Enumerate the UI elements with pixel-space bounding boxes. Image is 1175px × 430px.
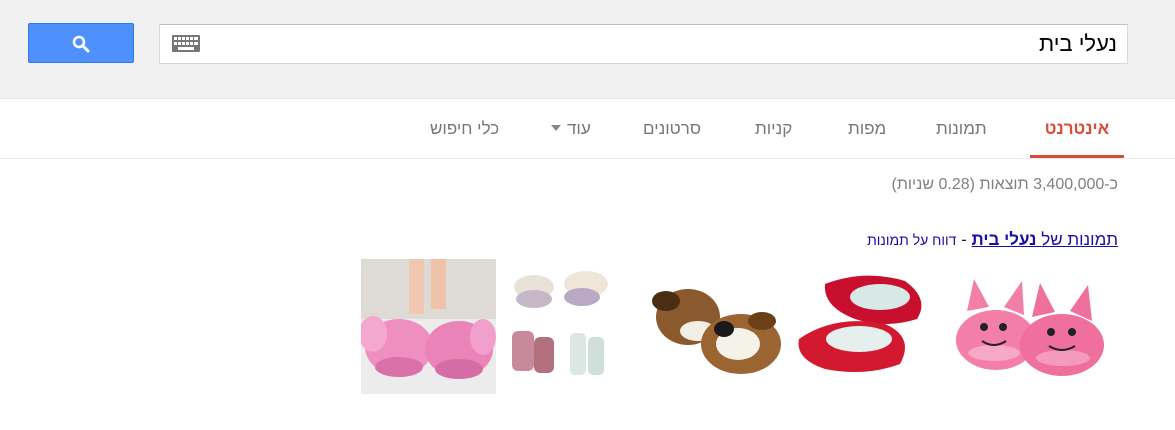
image-thumbnail-3[interactable] [646, 259, 788, 394]
search-button[interactable] [28, 23, 134, 63]
tab-maps[interactable]: מפות [848, 99, 886, 158]
tab-web-label: אינטרנט [1044, 119, 1110, 138]
separator: - [961, 230, 967, 249]
image-thumbnail-1[interactable] [942, 259, 1117, 394]
top-bar [0, 0, 1175, 99]
image-thumbnail-4[interactable] [504, 259, 618, 394]
tab-shopping-label: קניות [755, 119, 793, 138]
tab-web[interactable]: אינטרנט [1030, 99, 1124, 158]
search-icon [72, 35, 90, 53]
image-results-prefix: תמונות של [1041, 230, 1118, 249]
image-thumbnail-5[interactable] [361, 259, 496, 394]
tab-shopping[interactable]: קניות [755, 99, 792, 158]
chevron-down-icon [551, 125, 561, 132]
search-input[interactable] [217, 31, 1117, 57]
tab-images-label: תמונות [936, 119, 987, 138]
search-tabs: אינטרנט תמונות מפות קניות סרטונים עוד כל… [0, 99, 1175, 159]
search-box[interactable] [159, 24, 1128, 64]
tab-maps-label: מפות [848, 119, 887, 138]
tab-search-tools[interactable]: כלי חיפוש [430, 99, 499, 158]
tab-more-label: עוד [567, 119, 591, 138]
report-images-link[interactable]: דווח על תמונות [867, 232, 956, 248]
keyboard-icon[interactable] [172, 35, 200, 52]
tab-more[interactable]: עוד [551, 99, 591, 158]
tab-images[interactable]: תמונות [936, 99, 987, 158]
image-thumbnail-2[interactable] [795, 259, 930, 394]
tab-videos[interactable]: סרטונים [643, 99, 701, 158]
image-results-link[interactable]: תמונות של נעלי בית [972, 230, 1118, 249]
result-stats: כ-3,400,000 תוצאות (0.28 שניות) [891, 176, 1118, 193]
image-results-query: נעלי בית [971, 230, 1037, 249]
tab-videos-label: סרטונים [643, 119, 701, 138]
tab-search-tools-label: כלי חיפוש [430, 119, 500, 138]
image-results-header: תמונות של נעלי בית - דווח על תמונות [867, 230, 1118, 250]
